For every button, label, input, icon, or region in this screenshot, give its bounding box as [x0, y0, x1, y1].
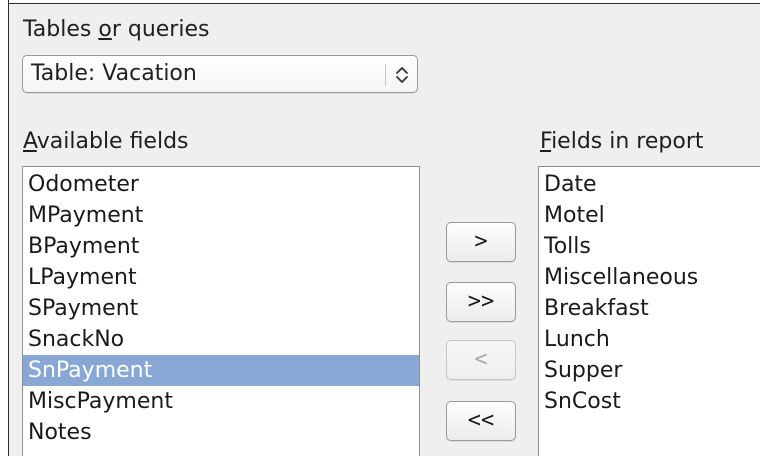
combo-separator [385, 64, 386, 86]
remove-all-fields-button[interactable]: << [446, 401, 516, 441]
list-item[interactable]: MiscPayment [23, 386, 419, 417]
report-wizard-fields-panel: Tables or queries Table: Vacation Availa… [0, 0, 760, 456]
remove-field-button[interactable]: < [446, 340, 516, 380]
list-item[interactable]: Breakfast [539, 293, 760, 324]
available-fields-list[interactable]: Odometer MPayment BPayment LPayment SPay… [22, 166, 420, 456]
list-item[interactable]: Date [539, 169, 760, 200]
fields-in-report-label: Fields in report [540, 129, 704, 154]
list-item[interactable]: BPayment [23, 231, 419, 262]
fields-in-report-list[interactable]: Date Motel Tolls Miscellaneous Breakfast… [538, 166, 760, 456]
list-item[interactable]: SPayment [23, 293, 419, 324]
tables-or-queries-select[interactable]: Table: Vacation [22, 55, 418, 93]
list-item[interactable]: MPayment [23, 200, 419, 231]
list-item[interactable]: Notes [23, 417, 419, 448]
list-item[interactable]: Miscellaneous [539, 262, 760, 293]
frame-left-edge [0, 0, 9, 456]
list-item[interactable]: Tolls [539, 231, 760, 262]
up-down-chevron-icon[interactable] [393, 64, 411, 86]
list-item[interactable]: Supper [539, 355, 760, 386]
tables-or-queries-label: Tables or queries [23, 17, 210, 42]
list-item-selected[interactable]: SnPayment [23, 355, 419, 386]
add-field-button[interactable]: > [446, 222, 516, 262]
list-item[interactable]: Motel [539, 200, 760, 231]
list-item[interactable]: SnCost [539, 386, 760, 417]
list-item[interactable]: Odometer [23, 169, 419, 200]
list-item[interactable]: Lunch [539, 324, 760, 355]
add-all-fields-button[interactable]: >> [446, 282, 516, 322]
list-item[interactable]: SnackNo [23, 324, 419, 355]
frame-top-edge [0, 0, 760, 4]
available-fields-label: Available fields [23, 129, 189, 154]
tables-or-queries-selected-value: Table: Vacation [31, 61, 197, 86]
list-item[interactable]: LPayment [23, 262, 419, 293]
